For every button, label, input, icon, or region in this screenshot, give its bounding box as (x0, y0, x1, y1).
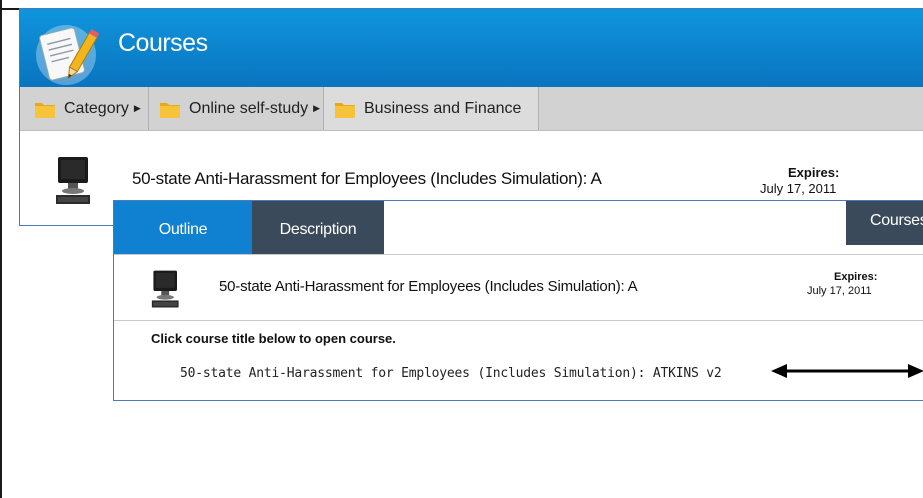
tab-outline[interactable]: Outline (114, 201, 252, 254)
caret-right-icon: ▶ (133, 103, 141, 113)
tab-courses[interactable]: Courses (846, 201, 923, 245)
double-arrow-icon (771, 364, 923, 378)
instruction-text: Click course title below to open course. (151, 331, 396, 346)
breadcrumb: Category ▶ Online self-study ▶ Business … (20, 87, 923, 131)
breadcrumb-label: Category (64, 99, 129, 117)
course-row[interactable]: 50-state Anti-Harassment for Employees (… (114, 255, 923, 321)
course-title[interactable]: 50-state Anti-Harassment for Employees (… (132, 169, 602, 189)
caret-right-icon: ▶ (313, 103, 321, 113)
breadcrumb-label: Business and Finance (364, 99, 522, 117)
tab-description[interactable]: Description (252, 201, 384, 254)
tab-bar: Outline Description Courses (114, 201, 923, 255)
expires-date: July 17, 2011 (760, 181, 837, 196)
folder-icon (35, 102, 55, 118)
course-title[interactable]: 50-state Anti-Harassment for Employees (… (219, 278, 638, 295)
breadcrumb-item-online-self-study[interactable]: Online self-study ▶ (148, 87, 323, 130)
computer-icon (151, 270, 179, 308)
expires-label: Expires: (788, 165, 840, 180)
document-pencil-icon (36, 25, 100, 85)
expires-date: July 17, 2011 (807, 285, 872, 297)
courses-header: Courses (20, 9, 923, 87)
course-detail-panel: Outline Description Courses 50-state Ant… (113, 200, 923, 401)
folder-icon (335, 102, 355, 118)
computer-icon (56, 157, 90, 204)
page-title: Courses (118, 29, 208, 57)
courses-panel: Courses Category ▶ Online self-study ▶ B… (19, 8, 923, 226)
open-course-link[interactable]: 50-state Anti-Harassment for Employees (… (180, 366, 722, 381)
expires-label: Expires: (834, 271, 878, 283)
breadcrumb-label: Online self-study (189, 99, 309, 117)
frame-left-edge (0, 0, 2, 498)
folder-icon (160, 102, 180, 118)
breadcrumb-item-category[interactable]: Category ▶ (20, 87, 148, 130)
breadcrumb-item-business-and-finance[interactable]: Business and Finance (323, 87, 539, 130)
